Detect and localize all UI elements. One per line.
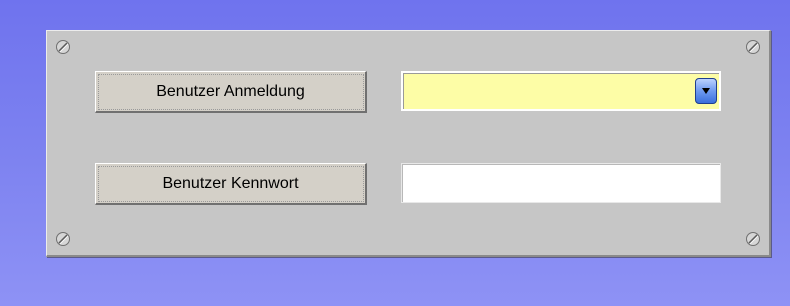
- screw-icon: [745, 39, 761, 55]
- password-label-button[interactable]: Benutzer Kennwort: [95, 163, 367, 205]
- password-field[interactable]: [401, 163, 721, 203]
- password-label-text: Benutzer Kennwort: [162, 174, 299, 192]
- login-panel: Benutzer Anmeldung Benutzer Kennwort: [46, 30, 771, 257]
- login-label-text: Benutzer Anmeldung: [156, 82, 305, 100]
- username-combobox[interactable]: [401, 71, 721, 111]
- screw-icon: [55, 231, 71, 247]
- login-label-button[interactable]: Benutzer Anmeldung: [95, 71, 367, 113]
- screw-icon: [55, 39, 71, 55]
- dropdown-button[interactable]: [695, 78, 717, 104]
- chevron-down-icon: [702, 88, 710, 94]
- screw-icon: [745, 231, 761, 247]
